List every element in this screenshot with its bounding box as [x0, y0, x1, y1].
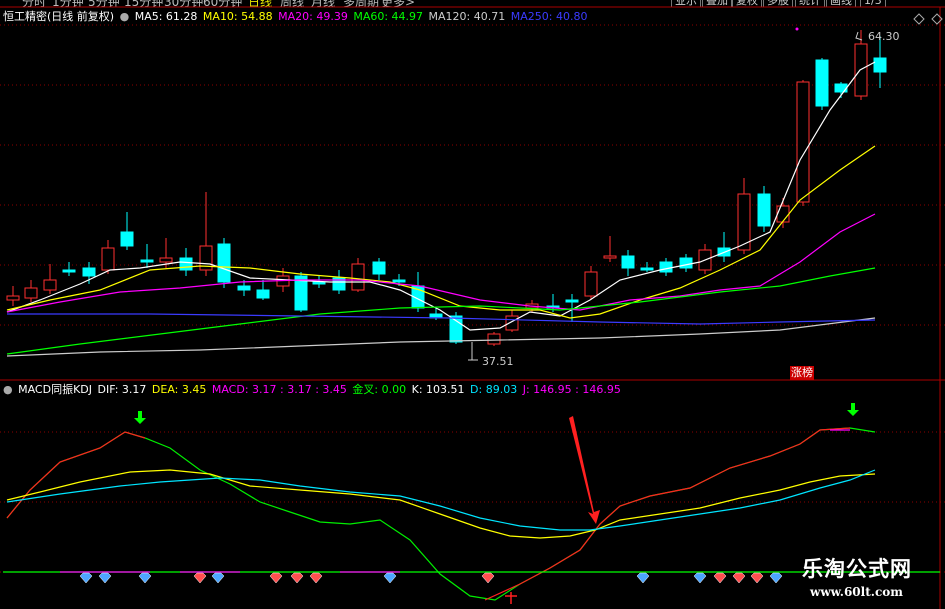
- candle-body: [659, 261, 673, 273]
- candle-body: [179, 257, 193, 271]
- high-price-label: 64.30: [868, 30, 900, 43]
- diamond-signal-icon: [211, 572, 225, 584]
- signal-arrow-down: [134, 411, 146, 424]
- candle-body: [43, 279, 57, 291]
- candle-body: [679, 257, 693, 269]
- candle-body: [449, 315, 463, 343]
- watermark-title: 乐淘公式网: [802, 557, 912, 581]
- diamond-signal-icon: [693, 572, 707, 584]
- candle-body: [256, 289, 270, 299]
- diamond-signal-icon: [713, 572, 727, 584]
- diamond-signal-icon: [309, 572, 323, 584]
- candle-body: [82, 267, 96, 277]
- kdj-j-up-segment: [6, 431, 146, 519]
- limit-up-badge: 涨榜: [790, 366, 814, 380]
- candle-body: [621, 255, 635, 269]
- candle-body: [834, 83, 848, 93]
- candle-body: [487, 333, 501, 345]
- diamond-signal-icon: [138, 572, 152, 584]
- candle-body: [24, 287, 38, 299]
- candle-body: [603, 255, 617, 259]
- diamond-signal-icon: [290, 572, 304, 584]
- diamond-signal-icon: [269, 572, 283, 584]
- candle-body: [640, 267, 654, 271]
- diamond-signal-icon: [636, 572, 650, 584]
- candle-body: [796, 81, 810, 203]
- chart-canvas[interactable]: [0, 0, 945, 609]
- diamond-signal-icon: [98, 572, 112, 584]
- diamond-signal-icon: [193, 572, 207, 584]
- panel-settings-icon: [913, 13, 925, 25]
- candle-body: [120, 231, 134, 247]
- candle-body: [140, 259, 154, 263]
- candle-body: [351, 263, 365, 291]
- candle-body: [312, 281, 326, 285]
- candle-body: [505, 315, 519, 331]
- candle-body: [159, 257, 173, 263]
- diamond-signal-icon: [383, 572, 397, 584]
- candle-body: [584, 271, 598, 297]
- candle-body: [217, 243, 231, 283]
- candle-body: [372, 261, 386, 275]
- kdj-j-rising-segment: [484, 427, 851, 601]
- candle-body: [62, 269, 76, 273]
- candle-body: [237, 285, 251, 291]
- diamond-signal-icon: [79, 572, 93, 584]
- candle-body: [101, 247, 115, 271]
- candle-body: [757, 193, 771, 227]
- candle-body: [873, 57, 887, 73]
- diamond-signal-icon: [732, 572, 746, 584]
- candle-body: [392, 279, 406, 283]
- candle-body: [565, 299, 579, 303]
- diamond-signal-icon: [750, 572, 764, 584]
- signal-dot: [795, 27, 799, 31]
- stock-chart-window: 分时 1分钟 5分钟 15分钟 30分钟 60分钟 日线 周线 月线 多周期 更多> 业示 叠加 复权 多股…: [0, 0, 945, 609]
- dif-line: [6, 469, 876, 531]
- low-price-label: 37.51: [482, 355, 514, 368]
- candle-body: [6, 295, 20, 301]
- signal-arrow-down: [847, 403, 859, 416]
- watermark-url: www.60lt.com: [810, 585, 903, 599]
- candle-body: [776, 205, 790, 223]
- candle-body: [815, 59, 829, 107]
- dea-line: [6, 469, 876, 539]
- diamond-signal-icon: [481, 572, 495, 584]
- diamond-signal-icon: [769, 572, 783, 584]
